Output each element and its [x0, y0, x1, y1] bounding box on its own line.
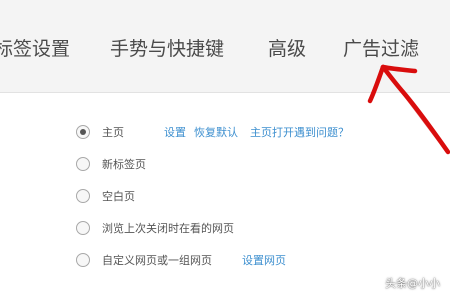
- option-custom-pages[interactable]: 自定义网页或一组网页 设置网页: [76, 250, 286, 270]
- option-new-tab[interactable]: 新标签页: [76, 154, 146, 174]
- custom-pages-radio[interactable]: [76, 253, 90, 267]
- restore-default-link[interactable]: 恢复默认: [194, 124, 238, 140]
- settings-tab-bar: 标签设置 手势与快捷键 高级 广告过滤: [0, 0, 450, 93]
- startup-settings-panel: 主页 设置 恢复默认 主页打开遇到问题？ 新标签页 空白页 浏览上次关闭时在看的…: [0, 92, 450, 300]
- homepage-label: 主页: [102, 126, 124, 139]
- homepage-radio[interactable]: [76, 125, 90, 139]
- option-blank-page[interactable]: 空白页: [76, 186, 135, 206]
- new-tab-label: 新标签页: [102, 158, 146, 171]
- tab-gestures-shortcuts[interactable]: 手势与快捷键: [110, 34, 224, 61]
- blank-page-radio[interactable]: [76, 189, 90, 203]
- option-homepage[interactable]: 主页 设置 恢复默认 主页打开遇到问题？: [76, 122, 349, 142]
- custom-pages-label: 自定义网页或一组网页: [102, 254, 212, 267]
- last-session-radio[interactable]: [76, 221, 90, 235]
- watermark-text: 头条@小小: [385, 277, 440, 290]
- set-pages-link[interactable]: 设置网页: [242, 252, 286, 268]
- homepage-problem-link[interactable]: 主页打开遇到问题？: [250, 124, 349, 140]
- new-tab-radio[interactable]: [76, 157, 90, 171]
- last-session-label: 浏览上次关闭时在看的网页: [102, 222, 234, 235]
- tab-advanced[interactable]: 高级: [268, 34, 306, 61]
- tab-ad-filter[interactable]: 广告过滤: [343, 34, 419, 61]
- option-last-session[interactable]: 浏览上次关闭时在看的网页: [76, 218, 234, 238]
- blank-page-label: 空白页: [102, 190, 135, 203]
- homepage-settings-link[interactable]: 设置: [164, 124, 186, 140]
- tab-tag-settings[interactable]: 标签设置: [0, 34, 70, 61]
